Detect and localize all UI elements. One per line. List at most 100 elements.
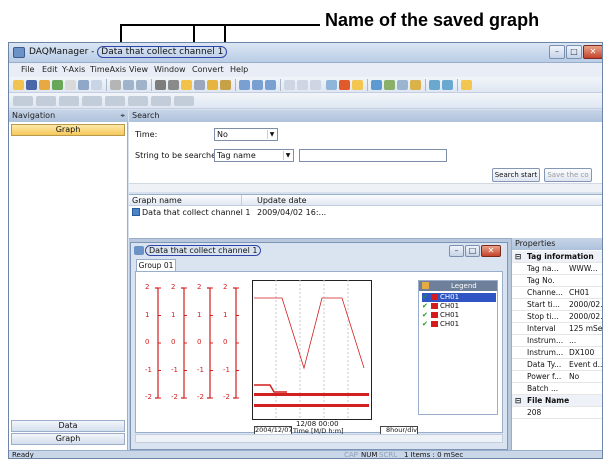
property-row[interactable]: Batch ... (512, 383, 602, 395)
property-row[interactable]: Interval 125 mSec (512, 323, 602, 335)
graph-window-icon (134, 246, 144, 255)
search-icon[interactable] (326, 80, 337, 90)
graph-minimize-button[interactable]: – (449, 245, 464, 257)
maximize-button[interactable]: □ (566, 45, 582, 59)
table-icon[interactable] (384, 80, 395, 90)
cursor-a-icon[interactable] (155, 80, 166, 90)
menu-y-axis[interactable]: Y-Axis (62, 65, 85, 74)
scale-bracket (233, 287, 237, 399)
property-row[interactable]: Data Ty... Event d... (512, 359, 602, 371)
graph-mode-2-icon[interactable] (194, 80, 205, 90)
nav-item-graph[interactable]: Graph (11, 124, 125, 136)
series-swatch (431, 294, 438, 300)
graph-mode-icon[interactable] (181, 80, 192, 90)
graph-mode-3-icon[interactable] (207, 80, 218, 90)
cursor-b-icon[interactable] (168, 80, 179, 90)
properties-header: Properties (512, 238, 602, 250)
property-icon[interactable] (339, 80, 350, 90)
menu-help[interactable]: Help (230, 65, 248, 74)
chart-icon[interactable] (371, 80, 382, 90)
time-dropdown[interactable]: No ▼ (214, 128, 278, 141)
save-condition-button[interactable]: Save the co (544, 168, 592, 182)
property-group-header[interactable]: ⊟ Tag information (512, 251, 602, 263)
list-icon[interactable] (352, 80, 363, 90)
search-field-dropdown[interactable]: Tag name ▼ (214, 149, 294, 162)
pin-icon[interactable]: ⌖ (120, 110, 125, 122)
table-row[interactable]: Data that collect channel 1 2009/04/02 1… (129, 207, 602, 218)
close-button[interactable]: ✕ (583, 45, 602, 59)
property-row[interactable]: Stop ti... 2000/02... (512, 311, 602, 323)
check-icon: ✔ (422, 320, 428, 328)
preview-icon[interactable] (91, 80, 102, 90)
cursor-move-6-icon[interactable] (128, 96, 148, 106)
print-icon[interactable] (78, 80, 89, 90)
nav-tab-graph[interactable]: Graph (11, 433, 125, 445)
legend-item[interactable]: ✔ CH01 (422, 293, 496, 302)
property-row[interactable]: Instrum...... (512, 335, 602, 347)
cursor-toolbar (9, 93, 602, 109)
cursor-move-5-icon[interactable] (105, 96, 125, 106)
property-value: Event d... (569, 360, 602, 369)
toolbar-separator (367, 79, 368, 91)
new-icon[interactable] (13, 80, 24, 90)
zoom-in-icon[interactable] (239, 80, 250, 90)
help-icon[interactable] (461, 80, 472, 90)
undo-icon[interactable] (123, 80, 134, 90)
scale-label: -1 (171, 365, 178, 374)
legend-item[interactable]: ✔ CH01 (422, 302, 459, 311)
menu-edit[interactable]: Edit (42, 65, 58, 74)
search-horizontal-scrollbar[interactable] (129, 183, 602, 192)
collapse-icon[interactable]: ⊟ (515, 251, 521, 262)
import-icon[interactable] (52, 80, 63, 90)
property-key: Instrum... (527, 336, 564, 345)
save-icon[interactable] (26, 80, 37, 90)
cursor-move-3-icon[interactable] (59, 96, 79, 106)
statistics-icon[interactable] (397, 80, 408, 90)
cursor-move-1-icon[interactable] (13, 96, 33, 106)
property-row[interactable]: Tag No. (512, 275, 602, 287)
cursor-move-4-icon[interactable] (82, 96, 102, 106)
property-row[interactable]: Instrum... DX100 (512, 347, 602, 359)
menu-file[interactable]: File (21, 65, 34, 74)
legend-item[interactable]: ✔ CH01 (422, 311, 459, 320)
menu-view[interactable]: View (129, 65, 148, 74)
window-2-icon[interactable] (297, 80, 308, 90)
menu-convert[interactable]: Convert (192, 65, 224, 74)
search-start-button[interactable]: Search start (492, 168, 540, 182)
redo-icon[interactable] (136, 80, 147, 90)
export-icon[interactable] (65, 80, 76, 90)
menu-window[interactable]: Window (154, 65, 186, 74)
col-update-date[interactable]: Update date (257, 196, 307, 205)
legend-item[interactable]: ✔ CH01 (422, 320, 459, 329)
property-row[interactable]: Channe... CH01 (512, 287, 602, 299)
compress-icon[interactable] (220, 80, 231, 90)
convert-2-icon[interactable] (442, 80, 453, 90)
window-1-icon[interactable] (284, 80, 295, 90)
minimize-button[interactable]: – (549, 45, 565, 59)
menu-timeaxis[interactable]: TimeAxis (90, 65, 126, 74)
open-icon[interactable] (39, 80, 50, 90)
cursor-move-2-icon[interactable] (36, 96, 56, 106)
cursor-move-7-icon[interactable] (151, 96, 171, 106)
graph-close-button[interactable]: ✕ (481, 245, 501, 257)
col-graph-name[interactable]: Graph name (132, 196, 182, 205)
collapse-icon[interactable]: ⊟ (515, 395, 521, 406)
graph-maximize-button[interactable]: □ (465, 245, 480, 257)
cut-icon[interactable] (110, 80, 121, 90)
zoom-out-icon[interactable] (252, 80, 263, 90)
property-row[interactable]: 208 (512, 407, 602, 419)
scrl-indicator: SCRL (379, 451, 398, 459)
nav-tab-data[interactable]: Data (11, 420, 125, 432)
property-group-header[interactable]: ⊟ File Name (512, 395, 602, 407)
window-3-icon[interactable] (310, 80, 321, 90)
graph-horizontal-scrollbar[interactable] (135, 434, 503, 443)
convert-icon[interactable] (429, 80, 440, 90)
property-row[interactable]: Tag na... WWW... (512, 263, 602, 275)
property-row[interactable]: Start ti... 2000/02... (512, 299, 602, 311)
search-text-input[interactable] (299, 149, 447, 162)
tab-group-01[interactable]: Group 01 (136, 259, 176, 271)
report-icon[interactable] (410, 80, 421, 90)
property-row[interactable]: Power f... No (512, 371, 602, 383)
cursor-move-8-icon[interactable] (174, 96, 194, 106)
zoom-fit-icon[interactable] (265, 80, 276, 90)
